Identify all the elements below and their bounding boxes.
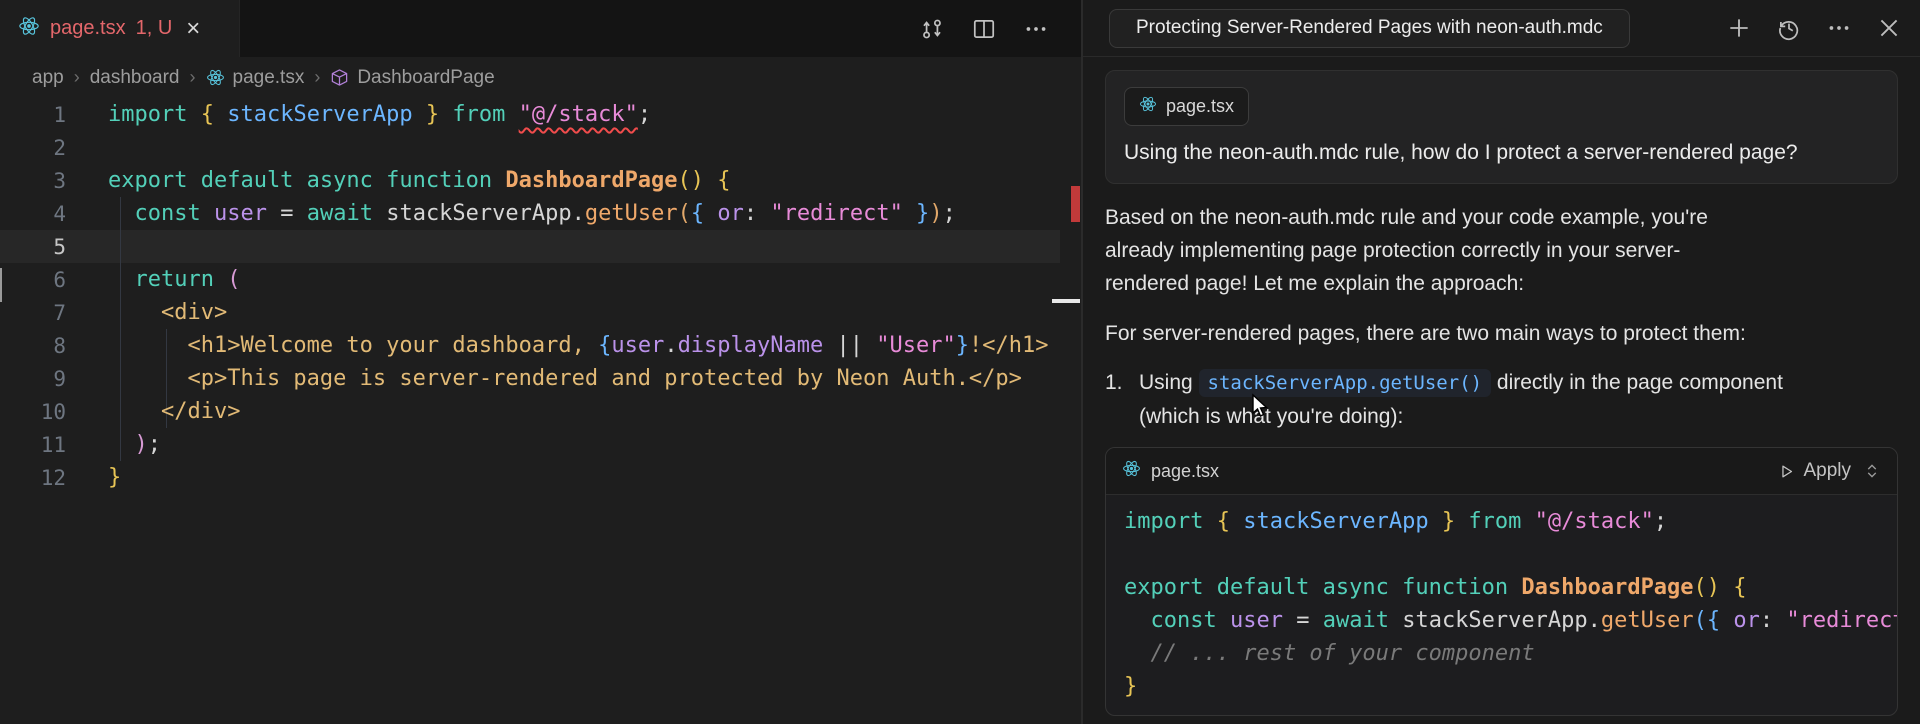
code-line: 1import { stackServerApp } from "@/stack… xyxy=(0,98,1081,131)
left-edge-marker xyxy=(0,268,2,302)
user-question: Using the neon-auth.mdc rule, how do I p… xyxy=(1124,141,1879,165)
breadcrumb-separator: › xyxy=(190,67,196,88)
breadcrumb-item-page.tsx[interactable]: page.tsx xyxy=(206,67,305,89)
editor-actions xyxy=(919,0,1049,57)
code-line: 12} xyxy=(0,461,1081,494)
open-changes-icon[interactable] xyxy=(919,16,945,42)
react-icon xyxy=(18,15,40,42)
code-block-filename: page.tsx xyxy=(1151,461,1219,482)
code-line: 8 <h1>Welcome to your dashboard, {user.d… xyxy=(0,329,1081,362)
tab-close-icon[interactable]: × xyxy=(182,15,204,43)
editor-more-icon[interactable] xyxy=(1023,16,1049,42)
code-line: 9 <p>This page is server-rendered and pr… xyxy=(0,362,1081,395)
editor-pane: page.tsx 1, U × xyxy=(0,0,1081,724)
chat-code-block: page.tsx Apply import { stackSe xyxy=(1105,447,1898,716)
code-line: 5 xyxy=(0,230,1081,263)
symbol-class-icon xyxy=(330,68,349,87)
assistant-paragraph: Based on the neon-auth.mdc rule and your… xyxy=(1105,201,1898,300)
code-line: 10 </div> xyxy=(0,395,1081,428)
split-editor-icon[interactable] xyxy=(971,16,997,42)
code-block-line: import { stackServerApp } from "@/stack"… xyxy=(1124,505,1897,538)
chat-title[interactable]: Protecting Server-Rendered Pages with ne… xyxy=(1109,9,1630,48)
chat-more-icon[interactable] xyxy=(1826,15,1852,41)
line-number: 7 xyxy=(0,301,108,325)
list-text: Using xyxy=(1139,371,1199,394)
breadcrumb-separator: › xyxy=(74,67,80,88)
code-line: 2 xyxy=(0,131,1081,164)
line-number: 4 xyxy=(0,202,108,226)
code-line: 7 <div> xyxy=(0,296,1081,329)
list-body: Using stackServerApp.getUser() directly … xyxy=(1139,366,1783,433)
code-line: 11 ); xyxy=(0,428,1081,461)
line-number: 6 xyxy=(0,268,108,292)
breadcrumb-item-dashboardpage[interactable]: DashboardPage xyxy=(330,67,494,89)
history-icon[interactable] xyxy=(1776,15,1802,41)
tab-status-badge: 1, U xyxy=(136,17,173,40)
line-number: 11 xyxy=(0,433,108,457)
breadcrumb-item-dashboard[interactable]: dashboard xyxy=(90,67,180,89)
tab-page-tsx[interactable]: page.tsx 1, U × xyxy=(0,0,240,57)
line-number: 1 xyxy=(0,103,108,127)
apply-button[interactable]: Apply xyxy=(1778,460,1851,482)
line-number: 5 xyxy=(0,235,108,259)
line-number: 9 xyxy=(0,367,108,391)
chevron-up-down-icon[interactable] xyxy=(1863,462,1881,480)
code-block-line xyxy=(1124,538,1897,571)
tab-filename: page.tsx xyxy=(50,17,126,40)
chat-header-icons xyxy=(1726,15,1902,41)
line-number: 12 xyxy=(0,466,108,490)
code-block-header: page.tsx Apply xyxy=(1106,448,1897,495)
inline-code: stackServerApp.getUser() xyxy=(1199,369,1492,397)
assistant-paragraph: For server-rendered pages, there are two… xyxy=(1105,317,1898,350)
code-block-line: } xyxy=(1124,670,1897,703)
breadcrumb: app › dashboard › page.tsx › DashboardPage xyxy=(0,57,1081,98)
context-chip[interactable]: page.tsx xyxy=(1124,87,1249,126)
chat-content: page.tsx Using the neon-auth.mdc rule, h… xyxy=(1083,57,1920,716)
code-line: 3export default async function Dashboard… xyxy=(0,164,1081,197)
assistant-list-item: 1. Using stackServerApp.getUser() direct… xyxy=(1105,366,1898,433)
code-block-body: import { stackServerApp } from "@/stack"… xyxy=(1106,495,1897,715)
list-marker: 1. xyxy=(1105,366,1139,433)
code-editor[interactable]: 1import { stackServerApp } from "@/stack… xyxy=(0,98,1081,724)
play-icon xyxy=(1778,463,1795,480)
code-line: 6 return ( xyxy=(0,263,1081,296)
context-chip-label: page.tsx xyxy=(1166,96,1234,117)
line-number: 10 xyxy=(0,400,108,424)
new-chat-icon[interactable] xyxy=(1726,15,1752,41)
line-number: 8 xyxy=(0,334,108,358)
react-icon xyxy=(1139,95,1157,118)
breadcrumb-separator: › xyxy=(314,67,320,88)
breadcrumb-item-app[interactable]: app xyxy=(32,67,64,89)
close-panel-icon[interactable] xyxy=(1876,15,1902,41)
react-icon xyxy=(1122,459,1141,483)
code-block-line: const user = await stackServerApp.getUse… xyxy=(1124,604,1897,637)
tab-bar: page.tsx 1, U × xyxy=(0,0,1081,57)
react-icon xyxy=(206,68,225,87)
code-line: 4 const user = await stackServerApp.getU… xyxy=(0,197,1081,230)
chat-pane: Protecting Server-Rendered Pages with ne… xyxy=(1083,0,1920,724)
code-block-line: // ... rest of your component xyxy=(1124,637,1897,670)
code-block-line: export default async function DashboardP… xyxy=(1124,571,1897,604)
line-number: 2 xyxy=(0,136,108,160)
chat-header: Protecting Server-Rendered Pages with ne… xyxy=(1083,0,1920,57)
line-number: 3 xyxy=(0,169,108,193)
user-message-card: page.tsx Using the neon-auth.mdc rule, h… xyxy=(1105,70,1898,184)
